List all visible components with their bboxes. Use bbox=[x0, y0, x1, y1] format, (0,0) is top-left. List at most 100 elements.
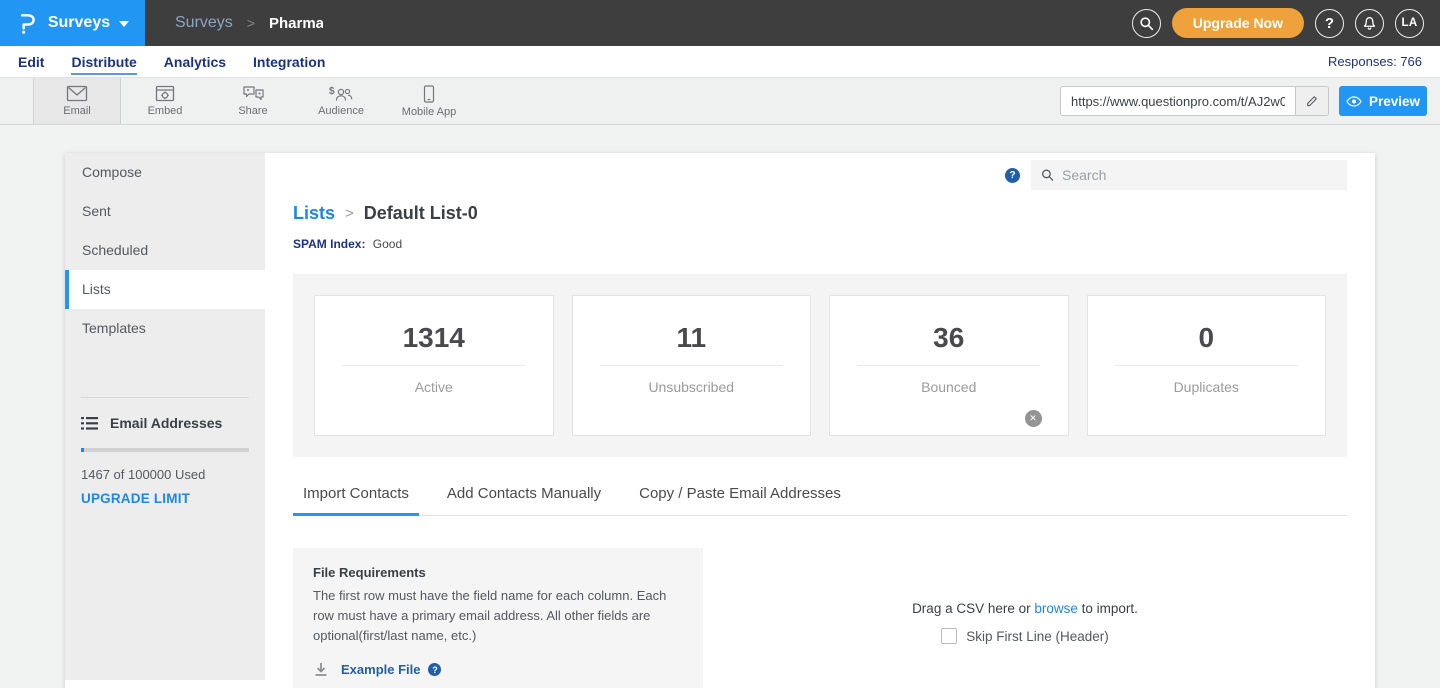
stat-value: 0 bbox=[1198, 322, 1214, 354]
channel-label: Audience bbox=[318, 105, 364, 117]
stat-card-active: 1314 Active bbox=[314, 295, 554, 436]
divider bbox=[1115, 365, 1298, 366]
bell-icon bbox=[1362, 16, 1377, 31]
breadcrumb-surveys-link[interactable]: Surveys bbox=[175, 14, 233, 32]
product-name: Surveys bbox=[48, 14, 110, 32]
usage-progress-bar bbox=[81, 448, 249, 452]
channel-mobile-app[interactable]: Mobile App bbox=[385, 78, 473, 124]
file-requirements-box: File Requirements The first row must hav… bbox=[293, 548, 703, 688]
pencil-icon bbox=[1305, 94, 1319, 108]
audience-icon: $ bbox=[329, 85, 353, 102]
responses-count: Responses: 766 bbox=[1328, 54, 1422, 69]
search-input[interactable] bbox=[1062, 167, 1337, 183]
survey-nav: Edit Distribute Analytics Integration Re… bbox=[0, 46, 1440, 78]
channel-audience[interactable]: $ Audience bbox=[297, 78, 385, 124]
search-icon bbox=[1139, 16, 1154, 31]
top-bar: Surveys Surveys > Pharma Upgrade Now bbox=[0, 0, 1440, 46]
usage-text: 1467 of 100000 Used bbox=[81, 467, 249, 482]
upgrade-limit-link[interactable]: UPGRADE LIMIT bbox=[81, 491, 190, 506]
email-addresses-title: Email Addresses bbox=[81, 415, 249, 431]
sidebar-item-sent[interactable]: Sent bbox=[65, 192, 265, 231]
stat-card-bounced: 36 Bounced bbox=[829, 295, 1069, 436]
nav-edit[interactable]: Edit bbox=[18, 49, 44, 75]
contacts-tabs: Import Contacts Add Contacts Manually Co… bbox=[293, 485, 1347, 516]
search-icon bbox=[1041, 168, 1054, 182]
channel-embed[interactable]: Embed bbox=[121, 78, 209, 124]
browse-link[interactable]: browse bbox=[1034, 601, 1078, 616]
help-icon[interactable] bbox=[1005, 168, 1020, 183]
contact-search bbox=[1031, 160, 1347, 190]
channel-label: Email bbox=[63, 105, 91, 117]
channel-label: Embed bbox=[148, 105, 183, 117]
stat-label: Bounced bbox=[921, 379, 976, 395]
email-icon bbox=[66, 85, 88, 102]
divider bbox=[857, 365, 1040, 366]
channel-label: Mobile App bbox=[402, 106, 456, 118]
email-addresses-block: Email Addresses 1467 of 100000 Used UPGR… bbox=[65, 398, 265, 508]
svg-text:$: $ bbox=[329, 86, 335, 97]
email-addresses-label: Email Addresses bbox=[110, 415, 222, 431]
csv-dropzone[interactable]: Drag a CSV here or browse to import. Ski… bbox=[703, 548, 1347, 688]
email-lists-card: Compose Sent Scheduled Lists Templates bbox=[65, 153, 1375, 688]
mobile-app-icon bbox=[423, 85, 435, 103]
breadcrumb-separator: > bbox=[345, 205, 354, 222]
import-section: File Requirements The first row must hav… bbox=[293, 548, 1347, 688]
sidebar-item-scheduled[interactable]: Scheduled bbox=[65, 231, 265, 270]
upgrade-now-button[interactable]: Upgrade Now bbox=[1172, 8, 1304, 38]
example-file-help-icon[interactable] bbox=[428, 663, 441, 676]
preview-button[interactable]: Preview bbox=[1339, 86, 1427, 116]
notifications-button[interactable] bbox=[1355, 9, 1384, 38]
search-button[interactable] bbox=[1132, 9, 1161, 38]
sidebar-item-lists[interactable]: Lists bbox=[65, 270, 265, 309]
help-button[interactable] bbox=[1315, 9, 1344, 38]
spam-index: SPAM Index: Good bbox=[293, 237, 1347, 251]
tab-add-contacts-manually[interactable]: Add Contacts Manually bbox=[437, 485, 611, 516]
breadcrumb-survey-name: Pharma bbox=[269, 15, 323, 32]
spam-index-value: Good bbox=[373, 237, 402, 251]
list-breadcrumb: Lists > Default List-0 bbox=[293, 203, 1347, 224]
usage-progress-fill bbox=[81, 448, 84, 452]
nav-analytics[interactable]: Analytics bbox=[164, 49, 226, 75]
spam-index-label: SPAM Index: bbox=[293, 237, 365, 251]
nav-integration[interactable]: Integration bbox=[253, 49, 325, 75]
skip-first-line-checkbox[interactable] bbox=[941, 628, 957, 644]
nav-distribute[interactable]: Distribute bbox=[71, 49, 136, 75]
divider bbox=[342, 365, 525, 366]
distribute-toolbar: Email Embed Share $ bbox=[0, 78, 1440, 125]
file-requirements-title: File Requirements bbox=[313, 565, 683, 580]
chevron-down-icon bbox=[119, 21, 129, 27]
skip-first-line-option[interactable]: Skip First Line (Header) bbox=[941, 628, 1109, 644]
stats-panel: 1314 Active 11 Unsubscribed 36 Bounced bbox=[293, 274, 1347, 457]
stat-value: 1314 bbox=[403, 322, 465, 354]
download-icon bbox=[313, 662, 329, 677]
channel-share[interactable]: Share bbox=[209, 78, 297, 124]
clear-bounced-icon[interactable] bbox=[1025, 410, 1042, 427]
stat-value: 36 bbox=[933, 322, 964, 354]
top-actions: Upgrade Now LA bbox=[1132, 8, 1440, 38]
email-sidebar: Compose Sent Scheduled Lists Templates bbox=[65, 153, 265, 680]
list-icon bbox=[81, 416, 98, 431]
app-window: Surveys Surveys > Pharma Upgrade Now bbox=[0, 0, 1440, 688]
stat-label: Duplicates bbox=[1174, 379, 1239, 395]
survey-url-input[interactable] bbox=[1061, 87, 1295, 115]
channel-email[interactable]: Email bbox=[33, 78, 121, 124]
share-icon bbox=[242, 85, 265, 102]
list-detail-content: Lists > Default List-0 SPAM Index: Good … bbox=[265, 153, 1375, 688]
stat-label: Unsubscribed bbox=[648, 379, 734, 395]
tab-copy-paste-email-addresses[interactable]: Copy / Paste Email Addresses bbox=[629, 485, 851, 516]
stat-card-unsubscribed: 11 Unsubscribed bbox=[572, 295, 812, 436]
questionpro-logo-icon bbox=[16, 10, 39, 36]
tab-import-contacts[interactable]: Import Contacts bbox=[293, 485, 419, 516]
avatar[interactable]: LA bbox=[1395, 9, 1424, 38]
example-file-link[interactable]: Example File bbox=[341, 662, 420, 677]
embed-icon bbox=[155, 85, 175, 102]
channel-label: Share bbox=[238, 105, 267, 117]
product-switcher[interactable]: Surveys bbox=[0, 0, 145, 46]
lists-link[interactable]: Lists bbox=[293, 203, 335, 224]
sidebar-item-compose[interactable]: Compose bbox=[65, 153, 265, 192]
sidebar-item-templates[interactable]: Templates bbox=[65, 309, 265, 348]
breadcrumb-separator: > bbox=[247, 15, 255, 31]
file-requirements-body: The first row must have the field name f… bbox=[313, 586, 675, 646]
edit-url-button[interactable] bbox=[1295, 87, 1328, 115]
stat-card-duplicates: 0 Duplicates bbox=[1087, 295, 1327, 436]
